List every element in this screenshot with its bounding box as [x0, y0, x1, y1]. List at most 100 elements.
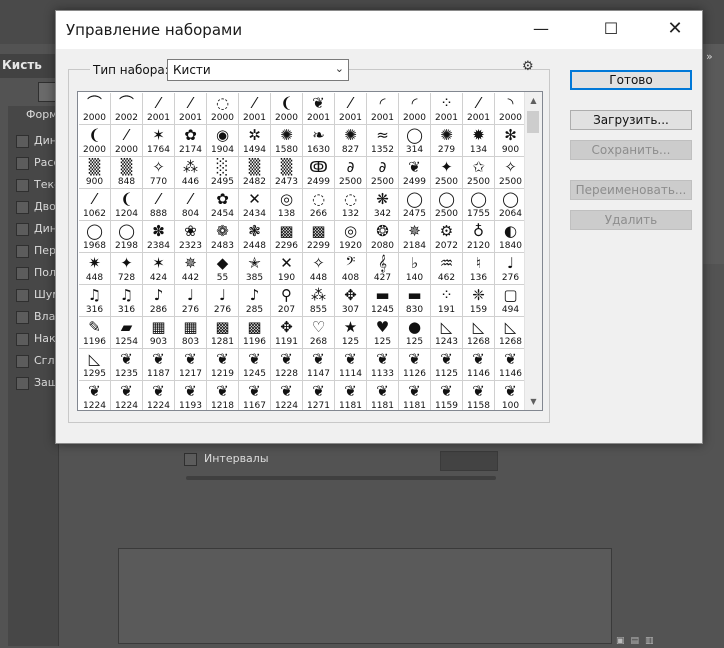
- brush-preset-cell[interactable]: ❃ 2448: [239, 221, 271, 253]
- brush-preset-cell[interactable]: ▩ 2296: [271, 221, 303, 253]
- brush-preset-cell[interactable]: ♩ 276: [207, 285, 239, 317]
- brush-preset-cell[interactable]: ⚲ 207: [271, 285, 303, 317]
- brush-preset-cell[interactable]: ❨ 1204: [111, 189, 143, 221]
- brush-preset-cell[interactable]: ✧ 448: [303, 253, 335, 285]
- brush-preset-cell[interactable]: ❦ 1193: [175, 381, 207, 410]
- brush-preset-cell[interactable]: ❦ 1235: [111, 349, 143, 381]
- brush-preset-cell[interactable]: ❦ 1167: [239, 381, 271, 410]
- brush-preset-cell[interactable]: ⁄ 804: [175, 189, 207, 221]
- brush-preset-cell[interactable]: ◎ 1920: [335, 221, 367, 253]
- brush-preset-cell[interactable]: ❦ 1125: [431, 349, 463, 381]
- brush-preset-cell[interactable]: ✕ 2434: [239, 189, 271, 221]
- brush-preset-cell[interactable]: 𝄢 408: [335, 253, 367, 285]
- brush-preset-cell[interactable]: ▒ 848: [111, 157, 143, 189]
- brush-preset-cell[interactable]: ✿ 2454: [207, 189, 239, 221]
- setting-checkbox[interactable]: [16, 267, 29, 280]
- brush-preset-cell[interactable]: ✥ 1191: [271, 317, 303, 349]
- brush-preset-cell[interactable]: ◜ 2001: [367, 93, 399, 125]
- brush-preset-cell[interactable]: ✭ 385: [239, 253, 271, 285]
- brush-preset-cell[interactable]: ◐ 1840: [495, 221, 527, 253]
- spacing-checkbox[interactable]: [184, 453, 197, 466]
- brush-preset-cell[interactable]: ◌ 132: [335, 189, 367, 221]
- setting-checkbox[interactable]: [16, 179, 29, 192]
- brush-preset-cell[interactable]: ✹ 134: [463, 125, 495, 157]
- scroll-down-icon[interactable]: ▼: [525, 393, 542, 410]
- brush-preset-cell[interactable]: ❦ 1114: [335, 349, 367, 381]
- brush-preset-cell[interactable]: ♩ 276: [495, 253, 527, 285]
- brush-preset-cell[interactable]: ◜ 2000: [399, 93, 431, 125]
- dialog-titlebar[interactable]: Управление наборами — ☐ ✕: [56, 11, 702, 49]
- brush-preset-cell[interactable]: ❦ 1217: [175, 349, 207, 381]
- setting-checkbox[interactable]: [16, 311, 29, 324]
- setting-checkbox[interactable]: [16, 333, 29, 346]
- setting-checkbox[interactable]: [16, 289, 29, 302]
- brush-preset-cell[interactable]: ✥ 307: [335, 285, 367, 317]
- brush-preset-cell[interactable]: ✦ 2500: [431, 157, 463, 189]
- brush-preset-cell[interactable]: ✩ 2500: [463, 157, 495, 189]
- setting-checkbox[interactable]: [16, 377, 29, 390]
- brush-preset-cell[interactable]: ♫ 316: [79, 285, 111, 317]
- brush-preset-cell[interactable]: ⁘ 191: [431, 285, 463, 317]
- brush-preset-cell[interactable]: ◯ 2500: [431, 189, 463, 221]
- setting-checkbox[interactable]: [16, 223, 29, 236]
- brush-preset-cell[interactable]: ❦ 1224: [111, 381, 143, 410]
- brush-preset-cell[interactable]: ▬ 830: [399, 285, 431, 317]
- brush-preset-cell[interactable]: ▦ 803: [175, 317, 207, 349]
- panel-collapse-icon[interactable]: »: [706, 50, 718, 63]
- brush-preset-cell[interactable]: ▢ 494: [495, 285, 527, 317]
- brush-preset-cell[interactable]: ▦ 903: [143, 317, 175, 349]
- brush-preset-cell[interactable]: ◉ 1904: [207, 125, 239, 157]
- brush-preset-cell[interactable]: ↂ 2499: [303, 157, 335, 189]
- brush-preset-cell[interactable]: ❦ 2001: [303, 93, 335, 125]
- brush-preset-cell[interactable]: ⁄ 2001: [143, 93, 175, 125]
- brush-preset-cell[interactable]: ❦ 1228: [271, 349, 303, 381]
- brush-preset-cell[interactable]: ♒ 462: [431, 253, 463, 285]
- load-button[interactable]: Загрузить...: [570, 110, 692, 130]
- brush-preset-cell[interactable]: ⚙ 2072: [431, 221, 463, 253]
- brush-preset-cell[interactable]: ◺ 1243: [431, 317, 463, 349]
- brush-tip-shape-label[interactable]: Форм: [8, 108, 57, 121]
- brush-preset-cell[interactable]: ◯ 1755: [463, 189, 495, 221]
- brush-preset-cell[interactable]: ❦ 1181: [399, 381, 431, 410]
- brush-preset-cell[interactable]: ⁂ 855: [303, 285, 335, 317]
- brush-preset-cell[interactable]: ❧ 1630: [303, 125, 335, 157]
- tab-brush[interactable]: Кисть: [2, 58, 42, 72]
- brush-preset-cell[interactable]: ❦ 1245: [239, 349, 271, 381]
- brush-preset-cell[interactable]: ▬ 1245: [367, 285, 399, 317]
- brush-preset-cell[interactable]: ❋ 342: [367, 189, 399, 221]
- brush-preset-cell[interactable]: ♪ 285: [239, 285, 271, 317]
- brush-preset-cell[interactable]: ❦ 1126: [399, 349, 431, 381]
- brush-preset-cell[interactable]: ◯ 2198: [111, 221, 143, 253]
- brush-preset-cell[interactable]: ♡ 268: [303, 317, 335, 349]
- brush-preset-cell[interactable]: ❦ 1181: [367, 381, 399, 410]
- brush-preset-cell[interactable]: ✺ 1580: [271, 125, 303, 157]
- brush-preset-cell[interactable]: ❦ 2499: [399, 157, 431, 189]
- brush-preset-cell[interactable]: ❦ 1133: [367, 349, 399, 381]
- brush-preset-cell[interactable]: ⁄ 2001: [335, 93, 367, 125]
- brush-preset-cell[interactable]: ❦ 100: [495, 381, 527, 410]
- brush-preset-cell[interactable]: ⁄ 888: [143, 189, 175, 221]
- brush-preset-cell[interactable]: ✎ 1196: [79, 317, 111, 349]
- brush-preset-cell[interactable]: ❦ 1224: [143, 381, 175, 410]
- brush-preset-cell[interactable]: ⁄ 2001: [463, 93, 495, 125]
- brush-preset-cell[interactable]: ✻ 900: [495, 125, 527, 157]
- brush-preset-cell[interactable]: ◯ 2064: [495, 189, 527, 221]
- spacing-slider[interactable]: [186, 476, 496, 480]
- maximize-icon[interactable]: ☐: [588, 11, 634, 49]
- gear-icon[interactable]: ⚙: [522, 59, 534, 74]
- brush-preset-cell[interactable]: ✵ 442: [175, 253, 207, 285]
- brush-preset-cell[interactable]: ✕ 190: [271, 253, 303, 285]
- brush-preset-cell[interactable]: ◆ 55: [207, 253, 239, 285]
- brush-preset-cell[interactable]: ● 125: [399, 317, 431, 349]
- brush-preset-cell[interactable]: ⌒ 2000: [79, 93, 111, 125]
- brush-preset-cell[interactable]: ▩ 1196: [239, 317, 271, 349]
- done-button[interactable]: Готово: [570, 70, 692, 90]
- brush-preset-cell[interactable]: ⁘ 2001: [431, 93, 463, 125]
- brush-preset-cell[interactable]: ✧ 2500: [495, 157, 527, 189]
- brush-preset-cell[interactable]: ▒ 2482: [239, 157, 271, 189]
- brush-preset-cell[interactable]: ▒ 900: [79, 157, 111, 189]
- brush-preset-cell[interactable]: ✵ 2184: [399, 221, 431, 253]
- brush-preset-cell[interactable]: ❦ 1224: [271, 381, 303, 410]
- brush-preset-cell[interactable]: ❀ 2323: [175, 221, 207, 253]
- brush-preset-cell[interactable]: ♥ 125: [367, 317, 399, 349]
